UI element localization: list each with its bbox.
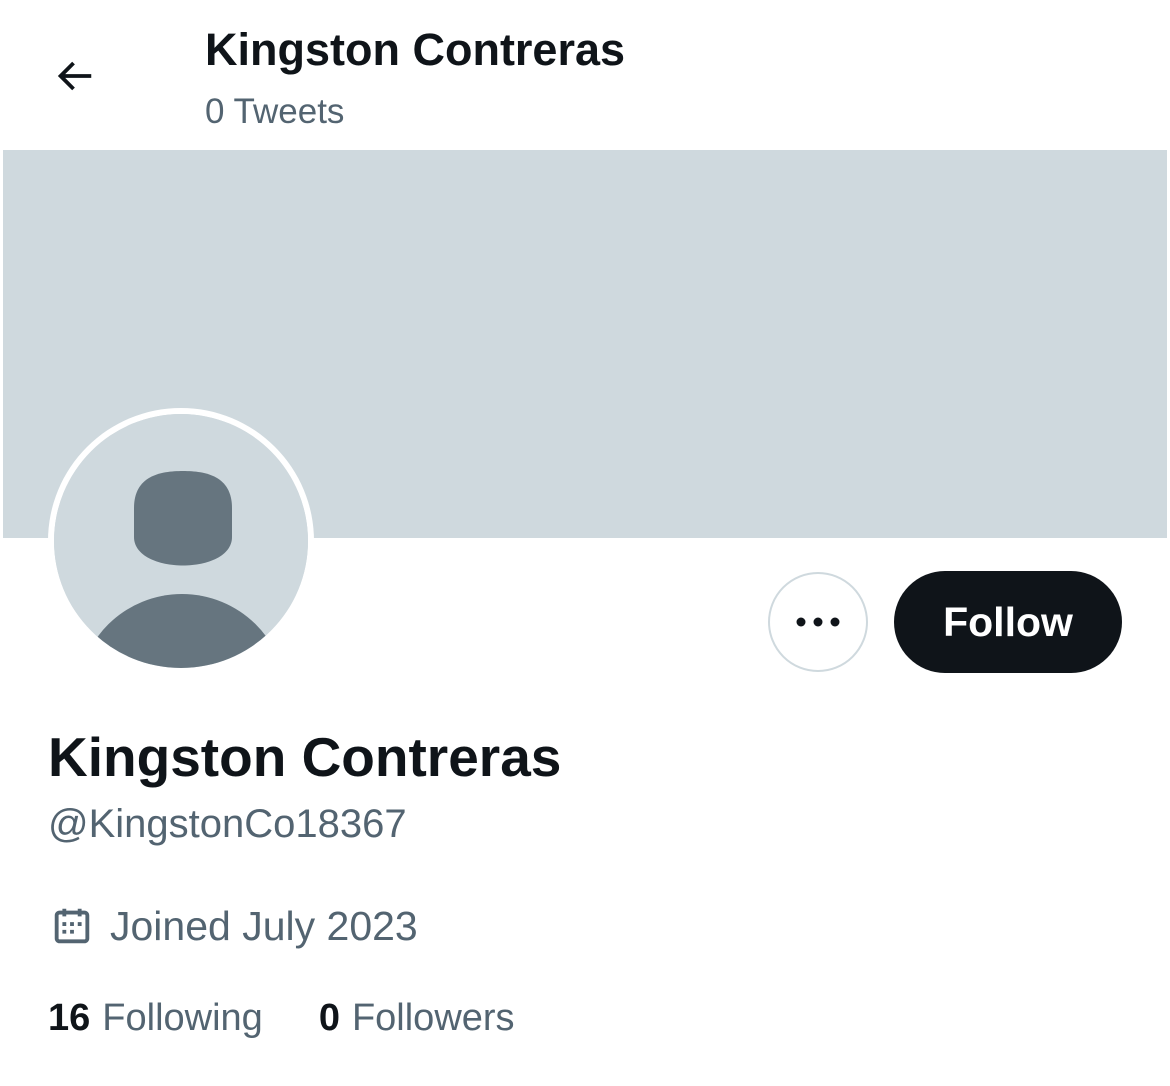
followers-link[interactable]: 0 Followers <box>319 997 515 1040</box>
header-title: Kingston Contreras <box>205 24 626 75</box>
arrow-left-icon <box>57 61 92 91</box>
follow-button[interactable]: Follow <box>894 571 1122 673</box>
user-handle: @KingstonCo18367 <box>48 802 407 846</box>
top-header: Kingston Contreras 0 Tweets <box>0 0 1170 150</box>
tweet-count: 0 Tweets <box>205 92 345 131</box>
joined-date: Joined July 2023 <box>110 903 418 949</box>
profile-page: Kingston Contreras 0 Tweets Follow Kings… <box>0 0 1170 1086</box>
joined-date-row: Joined July 2023 <box>48 898 418 954</box>
calendar-icon <box>48 902 96 950</box>
following-link[interactable]: 16 Following <box>48 997 263 1040</box>
avatar[interactable] <box>48 408 314 674</box>
followers-count: 0 <box>318 996 340 1039</box>
avatar-image <box>54 414 308 668</box>
more-options-button[interactable] <box>768 572 868 672</box>
following-count: 16 <box>48 996 91 1039</box>
follow-stats: 16 Following 0 Followers <box>48 992 515 1044</box>
followers-label: Followers <box>351 996 515 1039</box>
default-avatar-icon <box>54 414 308 668</box>
ellipsis-icon <box>796 617 840 627</box>
following-label: Following <box>102 996 263 1039</box>
back-button[interactable] <box>42 44 106 108</box>
display-name: Kingston Contreras <box>48 726 562 788</box>
